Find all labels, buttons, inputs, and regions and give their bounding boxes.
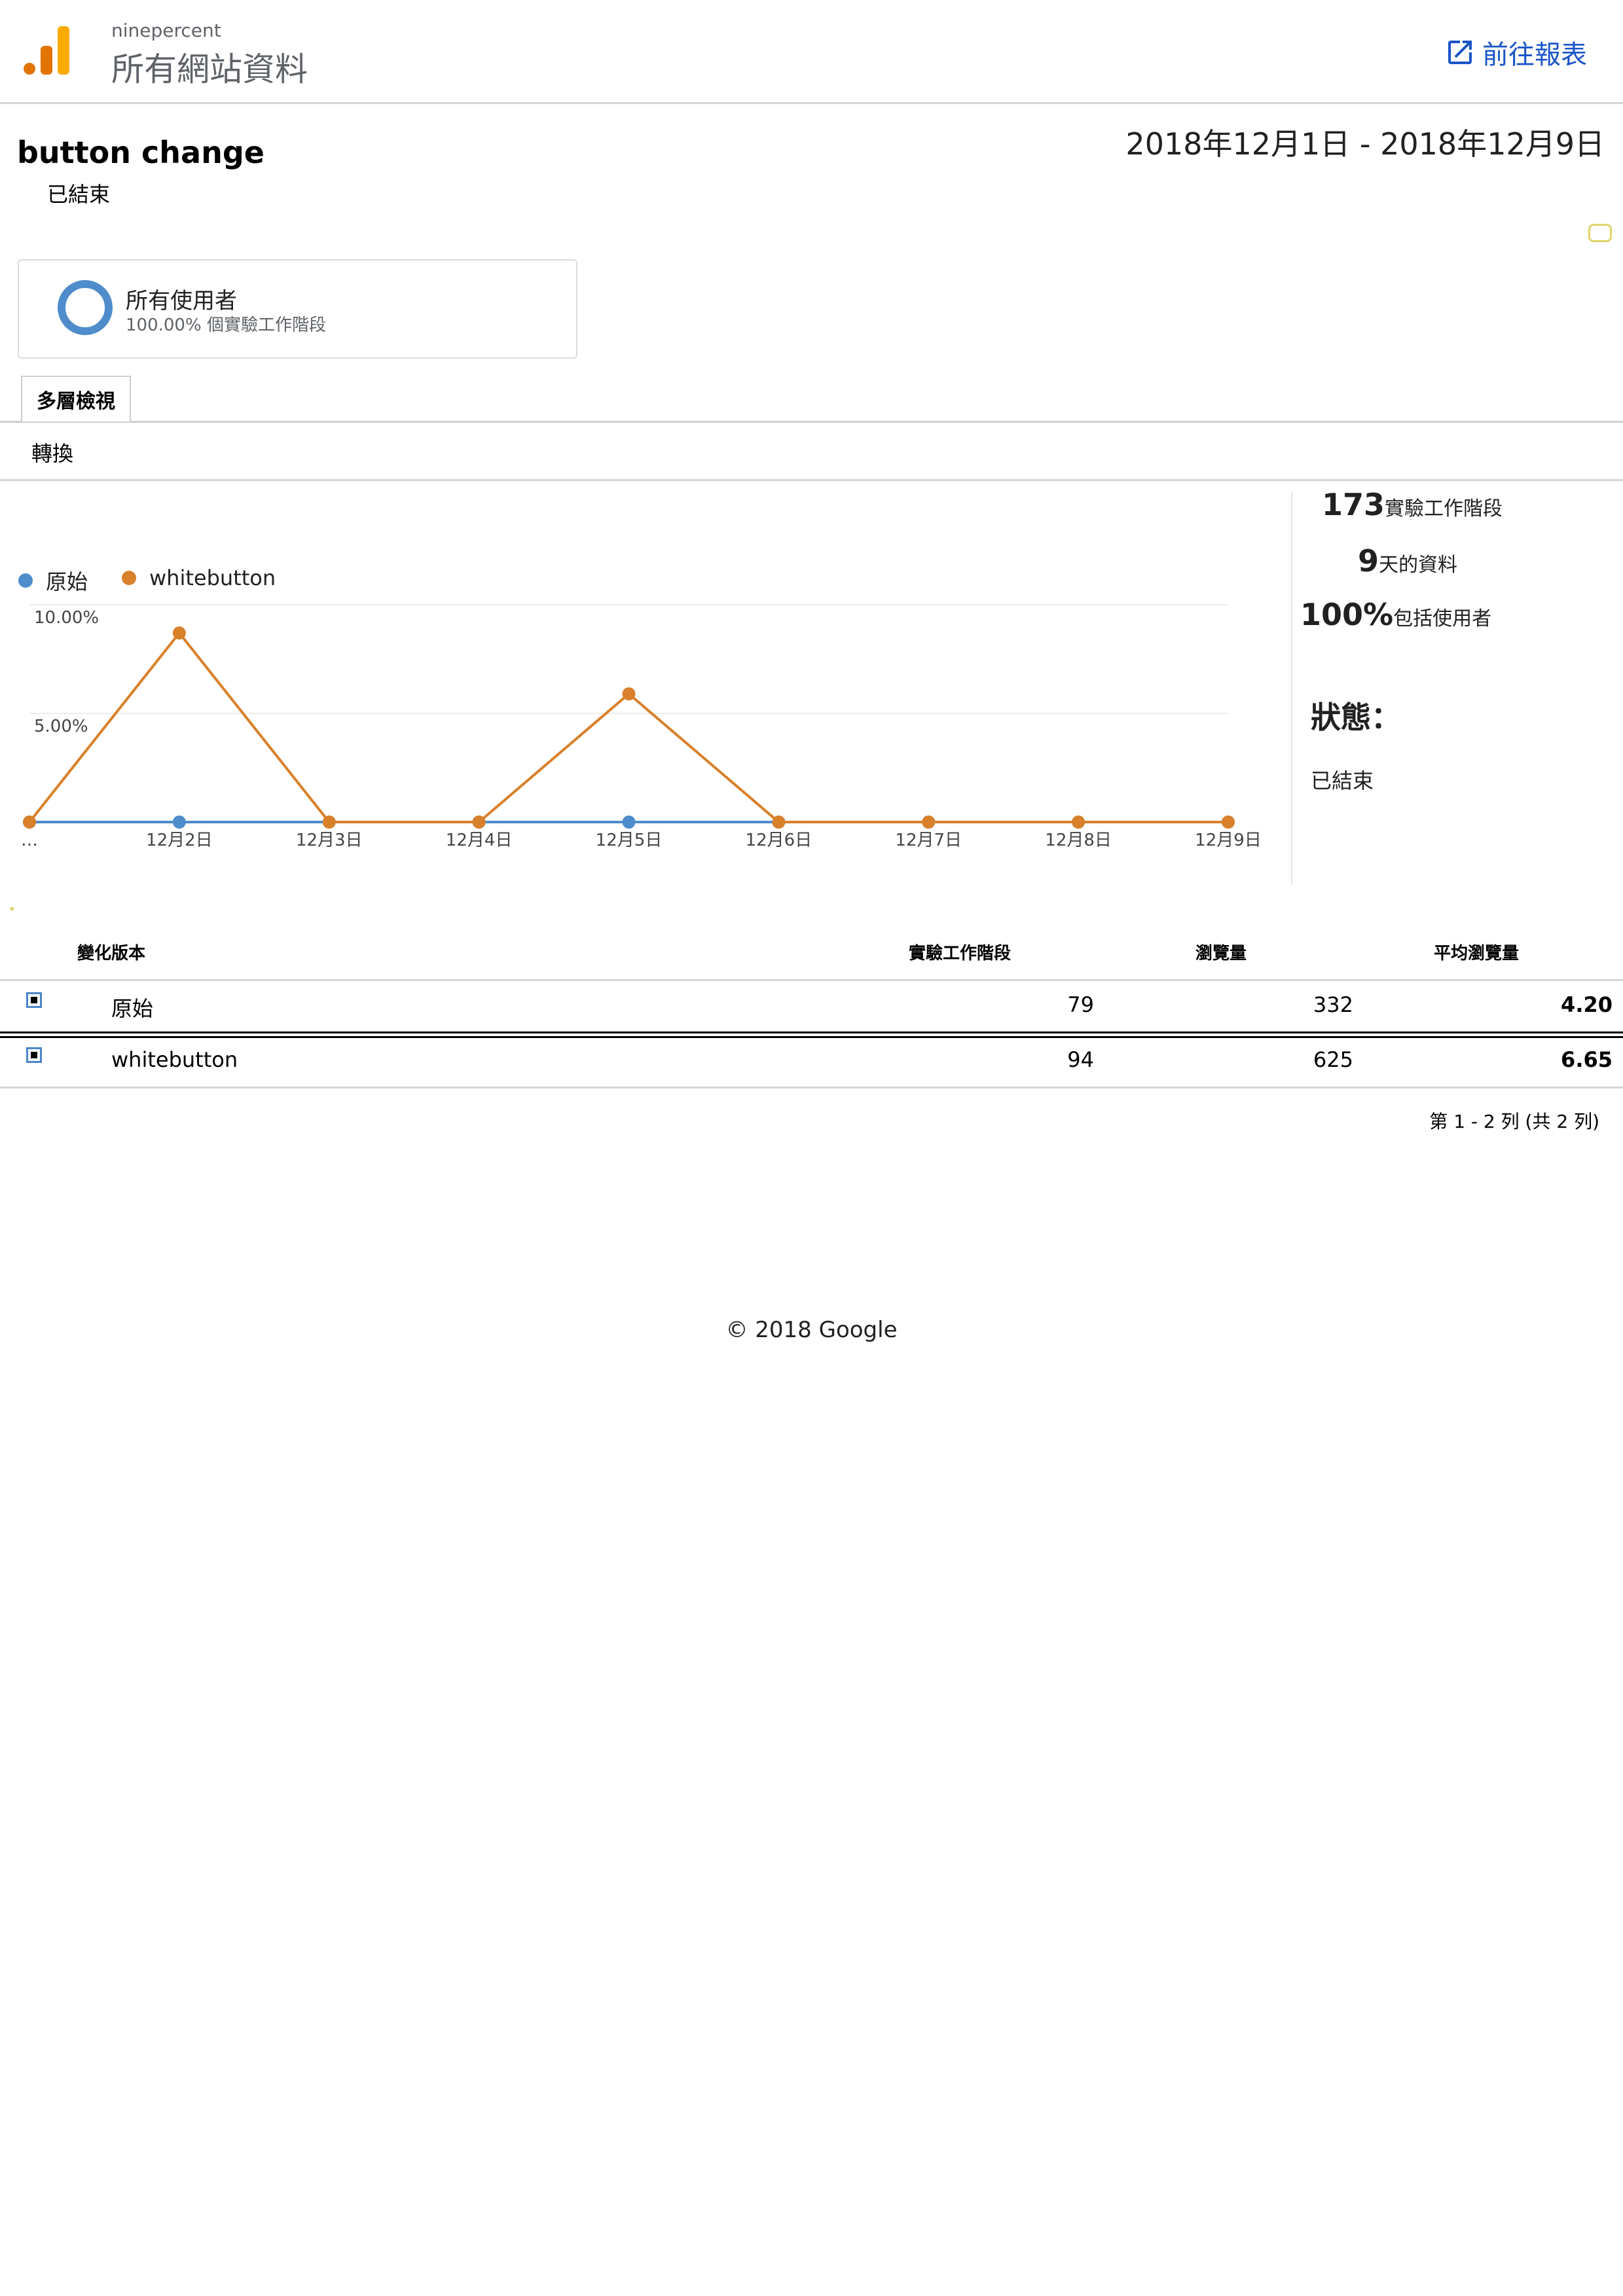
col-header-sessions[interactable]: 實驗工作階段 xyxy=(909,940,1011,964)
legend-item-whitebutton[interactable]: whitebutton xyxy=(122,565,276,590)
chart-sidebar-divider xyxy=(1291,492,1292,885)
row-checkbox[interactable] xyxy=(26,1047,42,1063)
pagination-info: 第 1 - 2 列 (共 2 列) xyxy=(1429,1111,1599,1132)
stat-users-num: 100% xyxy=(1300,597,1394,632)
experiment-title: button change xyxy=(17,135,264,170)
data-point xyxy=(1072,816,1085,829)
x-tick-label: 12月3日 xyxy=(296,831,363,850)
segment-subtitle: 100.00% 個實驗工作階段 xyxy=(126,315,326,335)
footer-copyright: © 2018 Google xyxy=(725,1317,898,1343)
data-point xyxy=(172,816,186,829)
line-chart: 10.00% 5.00% … 12月2日 12月3日 12月4日 12月5日 12月6日 12月… xyxy=(21,604,1262,850)
stat-sessions-label: 實驗工作階段 xyxy=(1385,497,1503,520)
row-sessions: 79 xyxy=(1067,992,1094,1017)
stat-days-num: 9 xyxy=(1358,543,1379,579)
x-tick-label: 12月8日 xyxy=(1045,831,1112,850)
col-header-avg-pageviews[interactable]: 平均瀏覽量 xyxy=(1434,940,1519,964)
stat-days: 9 天的資料 xyxy=(1358,543,1457,579)
y-tick-label: 5.00% xyxy=(34,717,88,736)
segment-name: 所有使用者 xyxy=(126,288,237,314)
view-name[interactable]: 所有網站資料 xyxy=(111,43,308,90)
x-tick-label: 12月9日 xyxy=(1195,831,1262,850)
header-divider xyxy=(0,102,1623,104)
col-header-variation[interactable]: 變化版本 xyxy=(77,940,145,964)
series-line-1 xyxy=(28,630,1228,823)
tab-drilldown[interactable]: 多層檢視 xyxy=(21,376,131,422)
stat-users: 100% 包括使用者 xyxy=(1300,597,1491,632)
status-title: 狀態： xyxy=(1311,700,1401,735)
data-point xyxy=(1222,816,1235,829)
data-point xyxy=(472,816,486,829)
x-tick-label: … xyxy=(21,831,38,850)
row-pageviews: 625 xyxy=(1313,1047,1353,1072)
row-variation-name: 原始 xyxy=(111,996,154,1021)
data-point xyxy=(622,816,636,829)
stat-sessions-num: 173 xyxy=(1321,487,1385,522)
data-point xyxy=(922,816,936,829)
stat-days-label: 天的資料 xyxy=(1379,554,1458,577)
data-point xyxy=(772,816,786,829)
stat-users-label: 包括使用者 xyxy=(1393,607,1492,630)
property-name: ninepercent xyxy=(111,20,221,41)
row-divider-double xyxy=(0,1031,1623,1033)
external-link-icon xyxy=(1448,41,1472,64)
row-pageviews: 332 xyxy=(1313,992,1353,1017)
row-avg-pageviews: 6.65 xyxy=(1561,1047,1613,1072)
metric-divider xyxy=(0,479,1623,481)
data-point xyxy=(172,626,186,640)
legend-dot-original xyxy=(18,573,33,588)
segment-ring-icon xyxy=(58,280,113,335)
x-tick-label: 12月2日 xyxy=(146,831,213,850)
table-header-divider xyxy=(0,979,1623,981)
goto-report-link[interactable]: 前往報表 xyxy=(1444,33,1587,72)
row-divider-double-2 xyxy=(0,1036,1623,1038)
x-tick-label: 12月4日 xyxy=(446,831,513,850)
data-point xyxy=(23,816,36,829)
experiment-status: 已結束 xyxy=(47,182,111,207)
status-value: 已結束 xyxy=(1311,768,1374,793)
row-avg-pageviews: 4.20 xyxy=(1561,992,1613,1017)
x-tick-label: 12月5日 xyxy=(596,831,663,850)
y-tick-label: 10.00% xyxy=(34,608,99,628)
date-range[interactable]: 2018年12月1日 - 2018年12月9日 xyxy=(1125,120,1605,164)
data-point xyxy=(622,687,636,701)
table-bottom-divider xyxy=(0,1086,1623,1088)
x-tick-label: 12月7日 xyxy=(895,831,962,850)
data-point xyxy=(322,816,336,829)
tab-divider xyxy=(0,421,1623,423)
goto-report-label: 前往報表 xyxy=(1482,40,1587,70)
metric-label: 轉換 xyxy=(31,441,74,466)
legend-dot-whitebutton xyxy=(122,571,136,585)
small-marker xyxy=(10,907,14,910)
legend-label-whitebutton: whitebutton xyxy=(149,565,276,590)
x-tick-label: 12月6日 xyxy=(746,831,812,850)
row-variation-name: whitebutton xyxy=(111,1047,238,1072)
stat-sessions: 173 實驗工作階段 xyxy=(1322,487,1503,522)
analytics-logo-icon xyxy=(24,26,69,76)
col-header-pageviews[interactable]: 瀏覽量 xyxy=(1195,940,1247,964)
annotation-toggle-button[interactable] xyxy=(1588,224,1612,242)
row-sessions: 94 xyxy=(1067,1047,1094,1072)
row-checkbox[interactable] xyxy=(26,992,42,1008)
